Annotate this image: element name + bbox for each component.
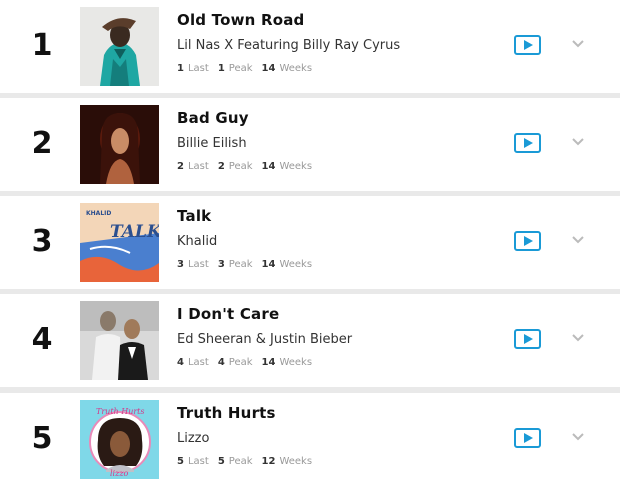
peak-label: Peak — [228, 456, 253, 467]
weeks-label: Weeks — [279, 63, 313, 74]
play-icon[interactable] — [514, 428, 541, 448]
rank-number: 4 — [31, 322, 53, 357]
last-week-label: Last — [187, 456, 209, 467]
peak-label: Peak — [228, 357, 253, 368]
chart-stats: 1 Last 1 Peak 14 Weeks — [177, 63, 321, 75]
chart-stats: 5 Last 5 Peak 12 Weeks — [177, 456, 321, 468]
weeks-value: 14 — [261, 357, 276, 368]
chart-row[interactable]: 5 Truth Hurts lizzo Truth Hurts Lizzo 5L… — [0, 393, 620, 486]
weeks-label: Weeks — [279, 456, 313, 467]
art-text-title: TALK — [110, 222, 159, 242]
peak-label: Peak — [228, 161, 253, 172]
artist-name[interactable]: Khalid — [177, 234, 217, 250]
chart-stats: 4 Last 4 Peak 14 Weeks — [177, 357, 321, 369]
song-title[interactable]: Truth Hurts — [177, 404, 276, 422]
last-week-label: Last — [187, 161, 209, 172]
peak-value: 3 — [217, 259, 225, 270]
artist-name[interactable]: Lizzo — [177, 431, 209, 447]
weeks-value: 14 — [261, 161, 276, 172]
album-art-talk[interactable]: KHALID TALK — [80, 203, 159, 282]
art-text-artist: lizzo — [110, 469, 129, 478]
weeks-value: 14 — [261, 259, 276, 270]
rank-number: 1 — [31, 28, 53, 63]
song-title[interactable]: Talk — [177, 207, 211, 225]
art-text-artist: KHALID — [86, 210, 111, 217]
last-week-label: Last — [187, 259, 209, 270]
chart-row[interactable]: 3 KHALID TALK Talk Khalid 3 Last 3 Peak 14 We… — [0, 196, 620, 289]
weeks-value: 12 — [261, 456, 276, 467]
peak-value: 2 — [217, 161, 225, 172]
play-icon[interactable] — [514, 35, 541, 55]
play-icon[interactable] — [514, 329, 541, 349]
peak-value: 4 — [217, 357, 225, 368]
chart-row[interactable]: 4 I Don't Care Ed Sheeran & Justin Biebe… — [0, 294, 620, 387]
weeks-label: Weeks — [279, 357, 313, 368]
song-title[interactable]: Old Town Road — [177, 11, 304, 29]
art-text-title: Truth Hurts — [96, 407, 145, 416]
chart-stats: 2 Last 2 Peak 14 Weeks — [177, 161, 321, 173]
artist-name[interactable]: Lil Nas X Featuring Billy Ray Cyrus — [177, 38, 400, 54]
weeks-label: Weeks — [279, 259, 313, 270]
chart-row[interactable]: 2 Bad Guy Billie Eilish 2 Last 2 Peak 14 Week… — [0, 98, 620, 191]
album-art-old-town-road[interactable] — [80, 7, 159, 86]
peak-label: Peak — [228, 63, 253, 74]
chart-stats: 3 Last 3 Peak 14 Weeks — [177, 259, 321, 271]
last-week-label: Last — [187, 357, 209, 368]
album-art-i-dont-care[interactable] — [80, 301, 159, 380]
last-week-label: Last — [187, 63, 209, 74]
play-icon[interactable] — [514, 133, 541, 153]
chevron-down-icon[interactable] — [571, 39, 585, 49]
chevron-down-icon[interactable] — [571, 137, 585, 147]
chevron-down-icon[interactable] — [571, 333, 585, 343]
last-week-value: 4 — [177, 357, 184, 368]
weeks-value: 14 — [261, 63, 276, 74]
rank-number: 3 — [31, 224, 53, 259]
rank-number: 5 — [31, 421, 53, 456]
peak-value: 5 — [217, 456, 225, 467]
last-week-value: 3 — [177, 259, 184, 270]
rank-number: 2 — [31, 126, 53, 161]
song-title[interactable]: I Don't Care — [177, 305, 279, 323]
peak-value: 1 — [217, 63, 225, 74]
play-icon[interactable] — [514, 231, 541, 251]
artist-name[interactable]: Billie Eilish — [177, 136, 247, 152]
peak-label: Peak — [228, 259, 253, 270]
last-week-value: 5 — [177, 456, 184, 467]
last-week-value: 2 — [177, 161, 184, 172]
weeks-label: Weeks — [279, 161, 313, 172]
last-week-value: 1 — [177, 63, 184, 74]
album-art-bad-guy[interactable] — [80, 105, 159, 184]
chart-list: 1 Old Town Road Lil Nas X Featuring Bill… — [0, 0, 620, 486]
album-art-truth-hurts[interactable]: Truth Hurts lizzo — [80, 400, 159, 479]
chart-row[interactable]: 1 Old Town Road Lil Nas X Featuring Bill… — [0, 0, 620, 93]
artist-name[interactable]: Ed Sheeran & Justin Bieber — [177, 332, 352, 348]
chevron-down-icon[interactable] — [571, 432, 585, 442]
song-title[interactable]: Bad Guy — [177, 109, 249, 127]
chevron-down-icon[interactable] — [571, 235, 585, 245]
